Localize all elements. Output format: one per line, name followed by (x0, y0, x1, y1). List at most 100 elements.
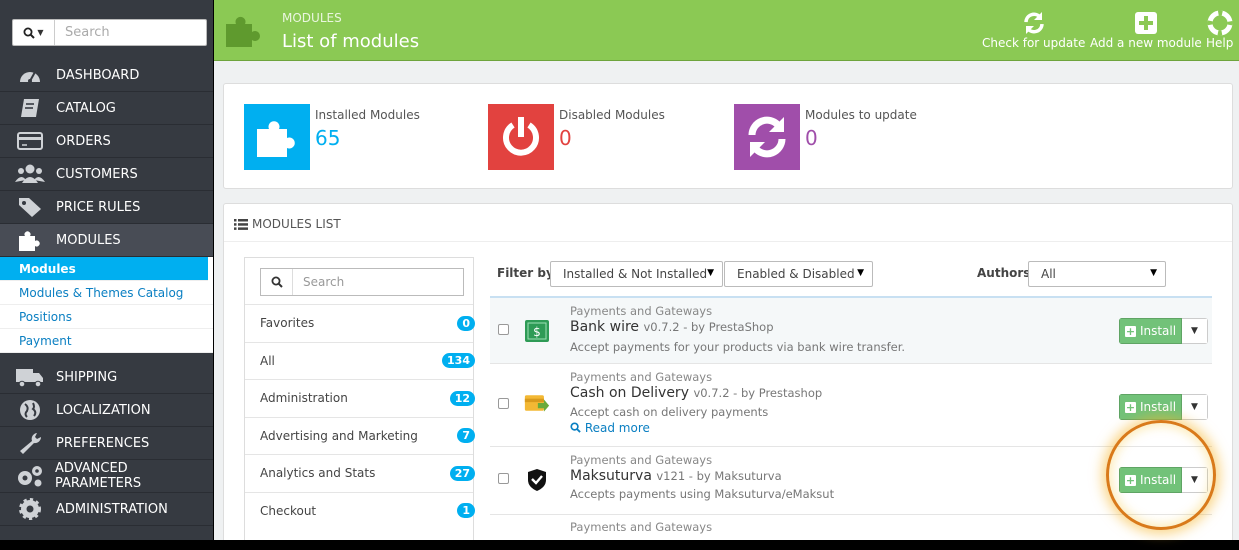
module-checkbox[interactable] (498, 398, 509, 409)
sidebar-item-dashboard[interactable]: DASHBOARD (0, 59, 213, 92)
sidebar-item-price-rules[interactable]: PRICE RULES (0, 191, 213, 224)
sidebar-search-input[interactable]: Search (55, 25, 110, 40)
category-count-badge: 27 (449, 465, 475, 481)
credit-card-icon (14, 130, 46, 152)
module-category: Payments and Gateways (570, 370, 713, 384)
chevron-down-icon: ▼ (37, 28, 44, 37)
page-header: MODULES List of modules Check for update… (214, 0, 1239, 61)
category-count-badge: 0 (457, 315, 475, 331)
sidebar-item-label: PREFERENCES (56, 435, 150, 451)
search-icon (570, 422, 581, 433)
svg-text:$: $ (533, 325, 541, 339)
sidebar-item-administration[interactable]: ADMINISTRATION (0, 493, 213, 526)
category-search-input[interactable]: Search (293, 275, 344, 289)
install-label: Install (1139, 400, 1177, 414)
category-item-favorites[interactable]: Favorites 0 (245, 304, 475, 342)
help-button[interactable]: Help (1206, 10, 1233, 50)
install-dropdown-toggle[interactable]: ▼ (1182, 318, 1208, 344)
filter-bar: Filter by Installed & Not Installed ▼ En… (495, 261, 1225, 287)
install-dropdown-toggle[interactable]: ▼ (1182, 467, 1208, 493)
cog-icon (14, 498, 46, 520)
submenu-item-modules[interactable]: Modules (0, 257, 208, 281)
module-description: Accept payments for your products via ba… (570, 340, 906, 354)
puzzle-icon (244, 104, 310, 170)
modules-table: $ Payments and Gateways Bank wire v0.7.2… (490, 296, 1212, 540)
module-description: Accept cash on delivery payments (570, 405, 769, 419)
sidebar-search[interactable]: ▼ Search (12, 19, 207, 46)
sidebar-item-catalog[interactable]: CATALOG (0, 92, 213, 125)
kpi-label: Modules to update (805, 108, 917, 122)
sidebar-item-label: ORDERS (56, 133, 111, 149)
dashboard-icon (14, 64, 46, 86)
submenu-item-positions[interactable]: Positions (0, 305, 213, 329)
authors-select[interactable]: All ▼ (1028, 261, 1166, 287)
install-state-select[interactable]: Installed & Not Installed ▼ (550, 261, 723, 287)
add-module-button[interactable]: Add a new module (1090, 10, 1202, 50)
module-checkbox[interactable] (498, 473, 509, 484)
sidebar-item-localization[interactable]: LOCALIZATION (0, 394, 213, 427)
sidebar-item-orders[interactable]: ORDERS (0, 125, 213, 158)
category-item-analytics[interactable]: Analytics and Stats 27 (245, 454, 475, 492)
sidebar-item-customers[interactable]: CUSTOMERS (0, 158, 213, 191)
category-list: Favorites 0 All 134 Administration 12 Adver… (245, 304, 475, 530)
category-label: Checkout (260, 503, 317, 518)
sidebar-item-label: CATALOG (56, 100, 116, 116)
read-more-link[interactable]: Read more (570, 421, 650, 435)
cogs-icon (14, 465, 45, 487)
life-ring-icon (1206, 10, 1233, 36)
category-count-badge: 7 (457, 428, 475, 444)
sidebar-item-modules[interactable]: MODULES (0, 224, 213, 257)
search-icon (23, 27, 36, 39)
sidebar-item-preferences[interactable]: PREFERENCES (0, 427, 213, 460)
category-item-all[interactable]: All 134 (245, 341, 475, 380)
refresh-icon (982, 10, 1085, 36)
module-name: Bank wire v0.7.2 - by PrestaShop (570, 319, 774, 335)
users-icon (14, 163, 46, 185)
check-update-button[interactable]: Check for update (982, 10, 1085, 50)
category-label: Favorites (260, 316, 315, 331)
install-dropdown-toggle[interactable]: ▼ (1182, 394, 1208, 420)
category-item-administration[interactable]: Administration 12 (245, 379, 475, 417)
kpi-panel: Installed Modules 65 Disabled Modules 0 … (223, 83, 1233, 189)
globe-icon (14, 399, 46, 421)
category-item-checkout[interactable]: Checkout 1 (245, 491, 475, 530)
module-version: v0.7.2 - by Prestashop (693, 386, 823, 400)
search-scope-button[interactable]: ▼ (13, 20, 55, 45)
kpi-installed-modules[interactable]: Installed Modules 65 (244, 104, 420, 170)
category-count-badge: 1 (457, 503, 475, 519)
install-button[interactable]: + Install (1119, 394, 1182, 420)
category-label: All (260, 353, 275, 368)
sidebar-item-advanced-parameters[interactable]: ADVANCED PARAMETERS (0, 460, 213, 493)
module-name: Maksuturva v121 - by Maksuturva (570, 468, 782, 484)
plus-icon: + (1124, 473, 1136, 487)
kpi-disabled-modules[interactable]: Disabled Modules 0 (488, 104, 665, 170)
search-icon (261, 269, 293, 295)
module-checkbox[interactable] (498, 324, 509, 335)
breadcrumb[interactable]: MODULES (282, 11, 342, 25)
filter-label: Filter by (497, 266, 554, 280)
kpi-value: 65 (315, 126, 341, 150)
install-label: Install (1139, 473, 1177, 487)
sidebar-item-shipping[interactable]: SHIPPING (0, 361, 213, 394)
module-name: Cash on Delivery v0.7.2 - by Prestashop (570, 385, 822, 401)
page-title: List of modules (282, 31, 420, 52)
submenu-item-catalog[interactable]: Modules & Themes Catalog (0, 281, 213, 305)
modules-list-panel: MODULES LIST Search Favorites 0 All 134 Ad… (223, 203, 1233, 540)
modules-submenu: Modules Modules & Themes Catalog Positio… (0, 257, 213, 353)
modules-list-heading: MODULES LIST (234, 217, 341, 231)
submenu-item-payment[interactable]: Payment (0, 329, 213, 353)
module-title: Maksuturva (570, 468, 652, 484)
category-search[interactable]: Search (260, 268, 464, 296)
list-icon (234, 218, 248, 230)
banknote-icon: $ (524, 318, 550, 344)
category-item-advertising[interactable]: Advertising and Marketing 7 (245, 416, 475, 455)
install-button[interactable]: + Install (1119, 318, 1182, 344)
install-label: Install (1139, 324, 1177, 338)
truck-icon (14, 366, 46, 388)
install-button[interactable]: + Install (1119, 467, 1182, 493)
module-category: Payments and Gateways (570, 520, 713, 534)
kpi-modules-to-update[interactable]: Modules to update 0 (734, 104, 917, 170)
divider (224, 241, 1232, 242)
enable-state-select[interactable]: Enabled & Disabled ▼ (724, 261, 873, 287)
caret-down-icon: ▼ (1191, 326, 1198, 336)
